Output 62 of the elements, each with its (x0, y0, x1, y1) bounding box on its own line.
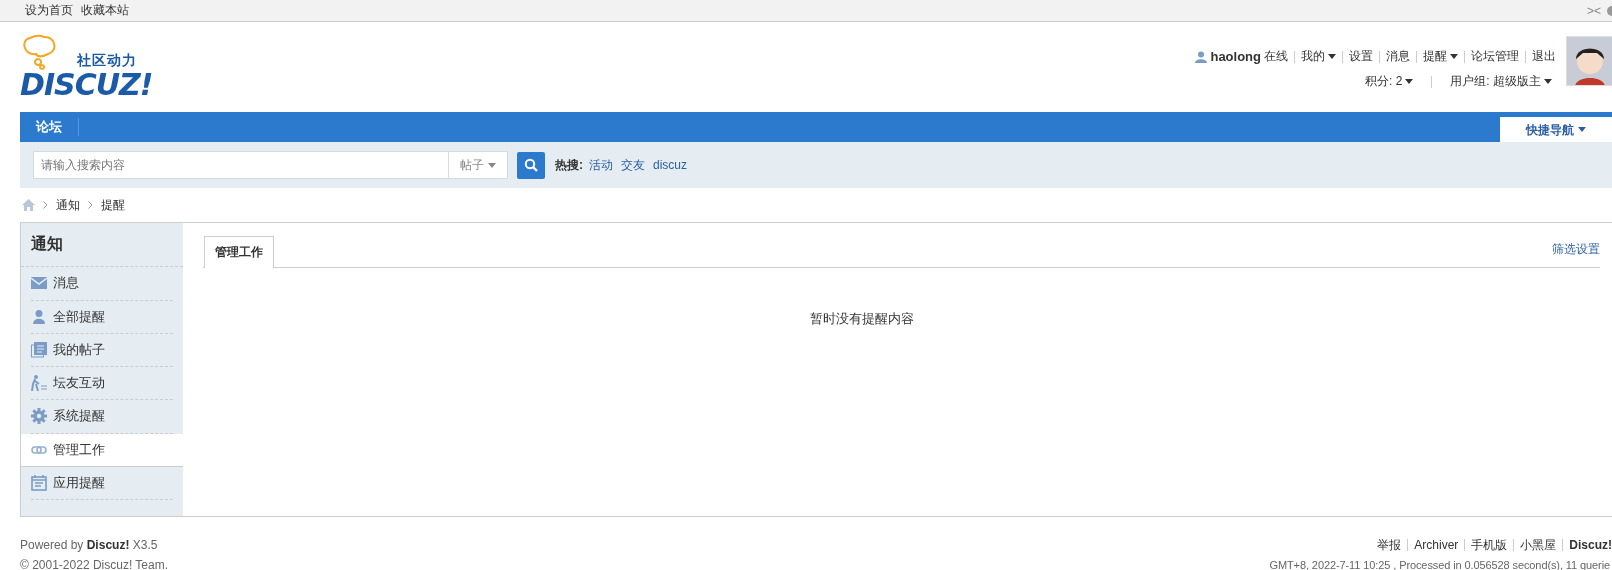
logo-tagline: 社区动力 (77, 52, 137, 70)
caret-icon (1578, 127, 1586, 132)
walking-person-icon (31, 375, 47, 392)
search-field[interactable]: 请输入搜索内容 帖子 (33, 151, 508, 179)
user-icon (1195, 50, 1208, 63)
caret-icon (1405, 79, 1414, 84)
hot-search-label: 热搜: (555, 156, 583, 174)
top-link[interactable]: 设为首页 (25, 2, 73, 19)
nav-tab[interactable]: 论坛 (20, 118, 79, 136)
sidebar-item[interactable]: 消息 (31, 267, 173, 301)
breadcrumb-link[interactable]: 提醒 (101, 196, 125, 214)
user-info-link[interactable]: 积分: 2 (1365, 73, 1414, 90)
speech-bubble-icon (22, 34, 58, 70)
footer-brand-link[interactable]: Discuz! (1569, 535, 1612, 555)
user-menu-link[interactable]: 消息 (1386, 48, 1410, 65)
footer-link[interactable]: 小黑屋 (1520, 535, 1557, 555)
avatar[interactable] (1566, 36, 1612, 86)
breadcrumb-link[interactable]: 通知 (56, 196, 80, 214)
footer-link[interactable]: 手机版 (1471, 535, 1508, 555)
sidebar-item[interactable]: 管理工作 (21, 433, 183, 467)
sidebar-title: 通知 (21, 223, 183, 268)
content-tab[interactable]: 管理工作 (204, 236, 274, 268)
hot-search-link[interactable]: 交友 (621, 156, 645, 174)
calendar-icon (31, 474, 47, 491)
sidebar-item[interactable]: 系统提醒 (31, 400, 173, 434)
quick-nav-button[interactable]: 快捷导航 (1500, 117, 1612, 142)
copyright-text: © 2001-2022 Discuz! Team. (20, 557, 170, 570)
caret-icon (488, 162, 496, 168)
user-menu-link[interactable]: 退出 (1532, 48, 1556, 65)
top-link[interactable]: 收藏本站 (81, 2, 129, 19)
user-menu-link[interactable]: 我的 (1301, 48, 1336, 65)
avatar-figure-icon (1567, 37, 1612, 85)
sidebar-item[interactable]: 全部提醒 (31, 300, 173, 334)
user-info-link[interactable]: 用户组: 超级版主 (1450, 73, 1552, 90)
sidebar-item[interactable]: 应用提醒 (31, 466, 173, 500)
gear-icon (31, 408, 47, 425)
caret-icon (1450, 54, 1458, 59)
hot-search-link[interactable]: discuz (653, 158, 687, 172)
filter-settings-link[interactable]: 筛选设置 (1552, 241, 1600, 258)
footer-link[interactable]: 举报 (1377, 535, 1402, 555)
empty-message: 暂时没有提醒内容 (808, 310, 915, 328)
online-status: 在线 (1264, 48, 1288, 65)
sidebar-item[interactable]: 我的帖子 (31, 333, 173, 367)
search-button[interactable] (517, 151, 545, 179)
caret-icon (1328, 54, 1336, 59)
user-menu-link[interactable]: 设置 (1349, 48, 1373, 65)
user-menu-link[interactable]: 提醒 (1423, 48, 1458, 65)
chevron-icon (88, 201, 93, 209)
search-type-dropdown[interactable]: 帖子 (448, 152, 507, 178)
search-icon (524, 158, 538, 172)
chevron-icon (43, 201, 48, 209)
footer-link[interactable]: Archiver (1414, 535, 1459, 555)
mail-icon (31, 275, 47, 292)
user-menu-link[interactable]: 论坛管理 (1471, 48, 1519, 65)
sidebar-item[interactable]: 坛友互动 (31, 367, 173, 401)
caret-icon (1544, 79, 1552, 84)
logo-text[interactable]: DISCUZ! (20, 70, 153, 100)
document-stack-icon (31, 341, 47, 358)
powered-by-text: Powered by Discuz! X3.5 (20, 537, 159, 554)
user-icon (31, 308, 47, 325)
hot-search-link[interactable]: 活动 (589, 156, 613, 174)
username-link[interactable]: haolong (1210, 49, 1261, 64)
